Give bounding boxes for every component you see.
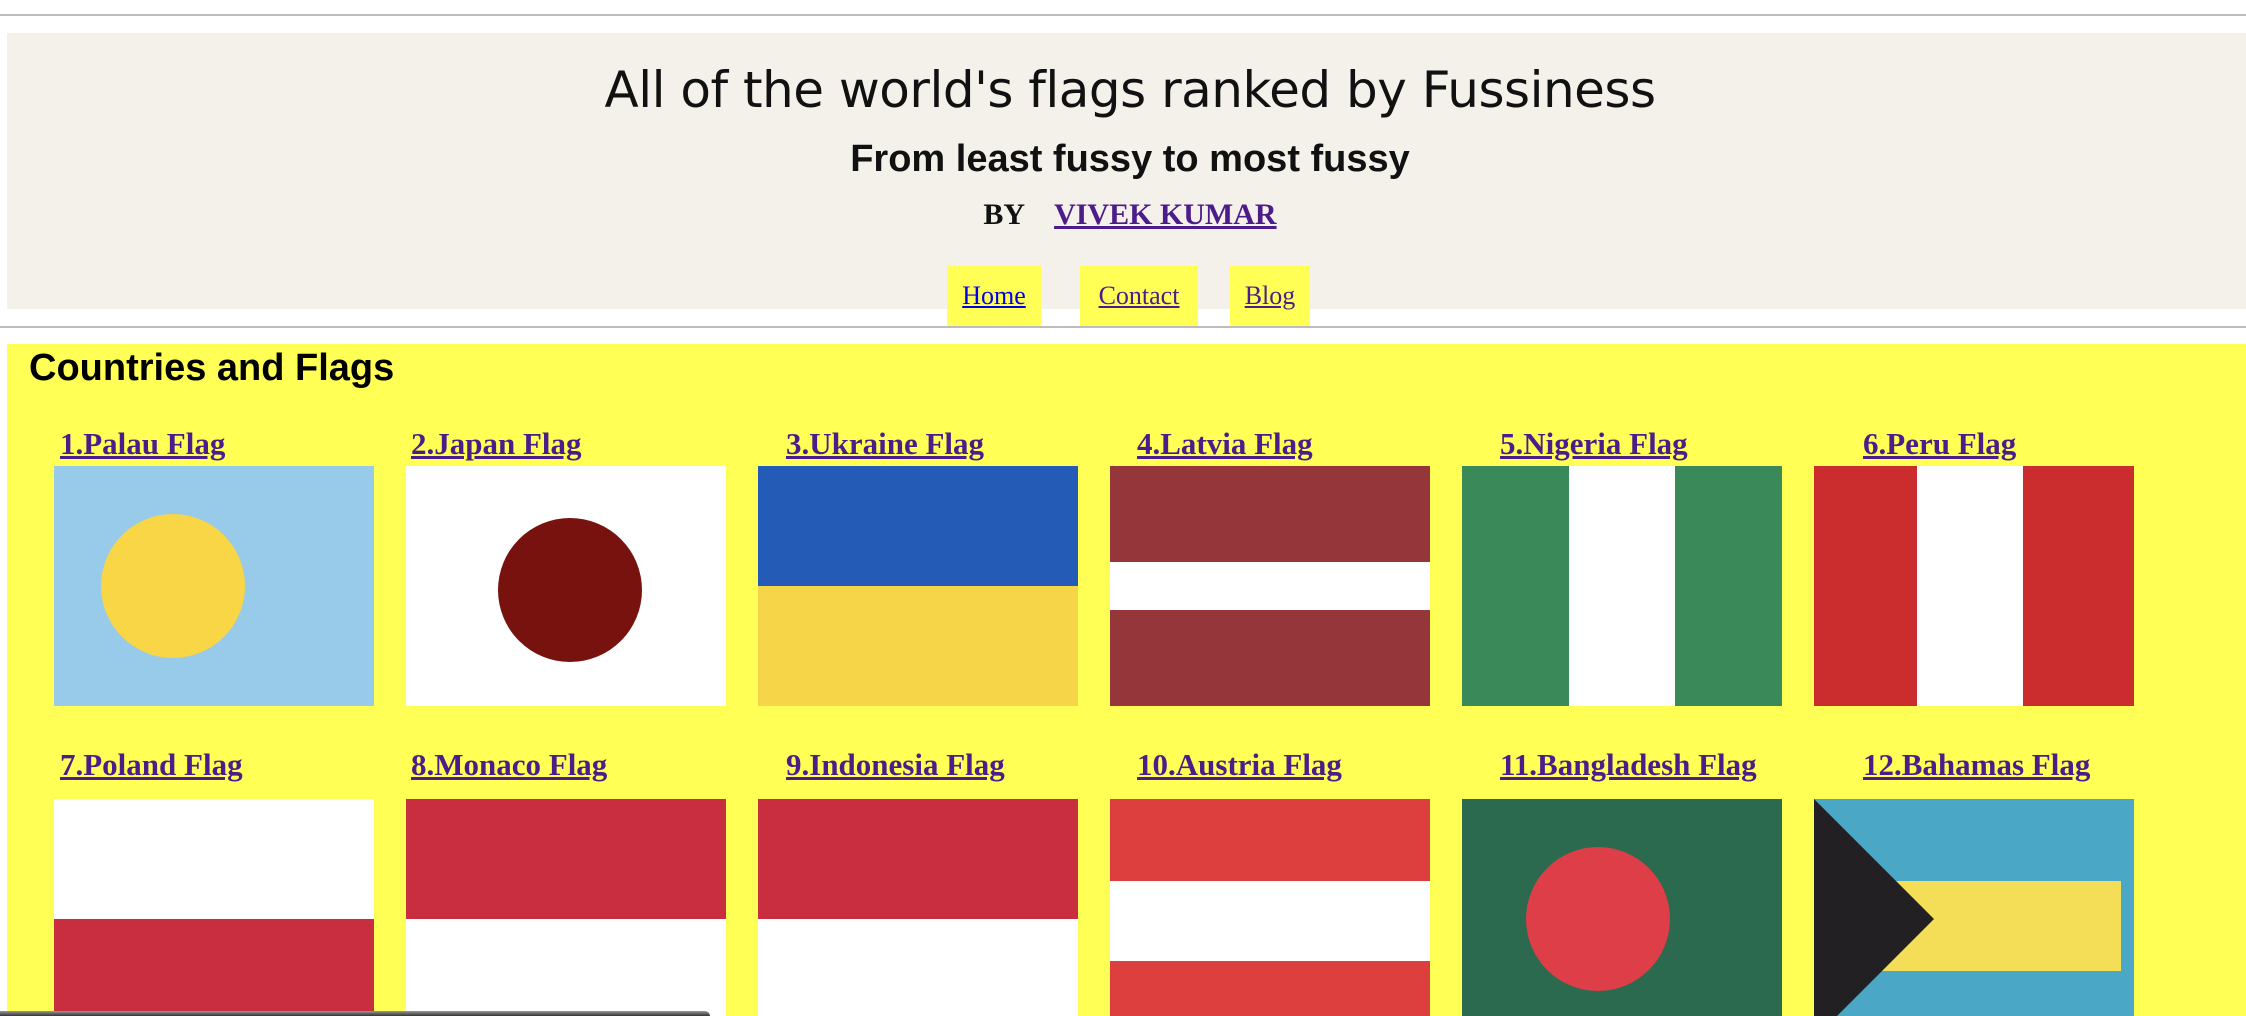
flag-title-japan[interactable]: 2.Japan Flag [411, 426, 582, 462]
nav-contact-link[interactable]: Contact [1099, 281, 1180, 310]
section-title: Countries and Flags [29, 347, 395, 389]
bahamas-flag-image[interactable] [1814, 799, 2134, 1016]
nav-blog-button[interactable]: Blog [1230, 266, 1310, 326]
flag-title-monaco[interactable]: 8.Monaco Flag [411, 747, 607, 783]
nav-blog-link[interactable]: Blog [1245, 281, 1296, 310]
austria-flag-image[interactable] [1110, 799, 1430, 1016]
flag-title-bahamas[interactable]: 12.Bahamas Flag [1863, 747, 2090, 783]
flag-title-indonesia[interactable]: 9.Indonesia Flag [786, 747, 1005, 783]
nav-contact-button[interactable]: Contact [1080, 266, 1198, 326]
page-title: All of the world's flags ranked by Fussi… [604, 61, 1656, 119]
nav-home-link[interactable]: Home [962, 281, 1026, 310]
bottom-window-edge [0, 1011, 710, 1016]
page-header: All of the world's flags ranked by Fussi… [7, 33, 2246, 326]
by-label: BY [983, 198, 1026, 231]
flag-title-palau[interactable]: 1.Palau Flag [60, 426, 225, 462]
flag-title-ukraine[interactable]: 3.Ukraine Flag [786, 426, 984, 462]
ukraine-flag-image[interactable] [758, 466, 1078, 706]
flags-section: Countries and Flags 1.Palau Flag 2.Japan… [7, 344, 2246, 1016]
flag-title-nigeria[interactable]: 5.Nigeria Flag [1500, 426, 1688, 462]
flag-title-peru[interactable]: 6.Peru Flag [1863, 426, 2016, 462]
japan-flag-image[interactable] [406, 466, 726, 706]
poland-flag-image[interactable] [54, 799, 374, 1016]
flag-title-austria[interactable]: 10.Austria Flag [1137, 747, 1342, 783]
nigeria-flag-image[interactable] [1462, 466, 1782, 706]
peru-flag-image[interactable] [1814, 466, 2134, 706]
monaco-flag-image[interactable] [406, 799, 726, 1016]
palau-flag-image[interactable] [54, 466, 374, 706]
nav-home-button[interactable]: Home [947, 266, 1041, 326]
latvia-flag-image[interactable] [1110, 466, 1430, 706]
indonesia-flag-image[interactable] [758, 799, 1078, 1016]
top-divider [0, 14, 2246, 16]
byline: BY VIVEK KUMAR [7, 198, 2246, 232]
middle-divider [0, 326, 2246, 328]
bangladesh-flag-image[interactable] [1462, 799, 1782, 1016]
flag-title-bangladesh[interactable]: 11.Bangladesh Flag [1500, 747, 1757, 783]
author-link[interactable]: VIVEK KUMAR [1054, 198, 1277, 231]
page-subtitle: From least fussy to most fussy [850, 138, 1410, 180]
flag-title-latvia[interactable]: 4.Latvia Flag [1137, 426, 1313, 462]
flag-title-poland[interactable]: 7.Poland Flag [60, 747, 243, 783]
